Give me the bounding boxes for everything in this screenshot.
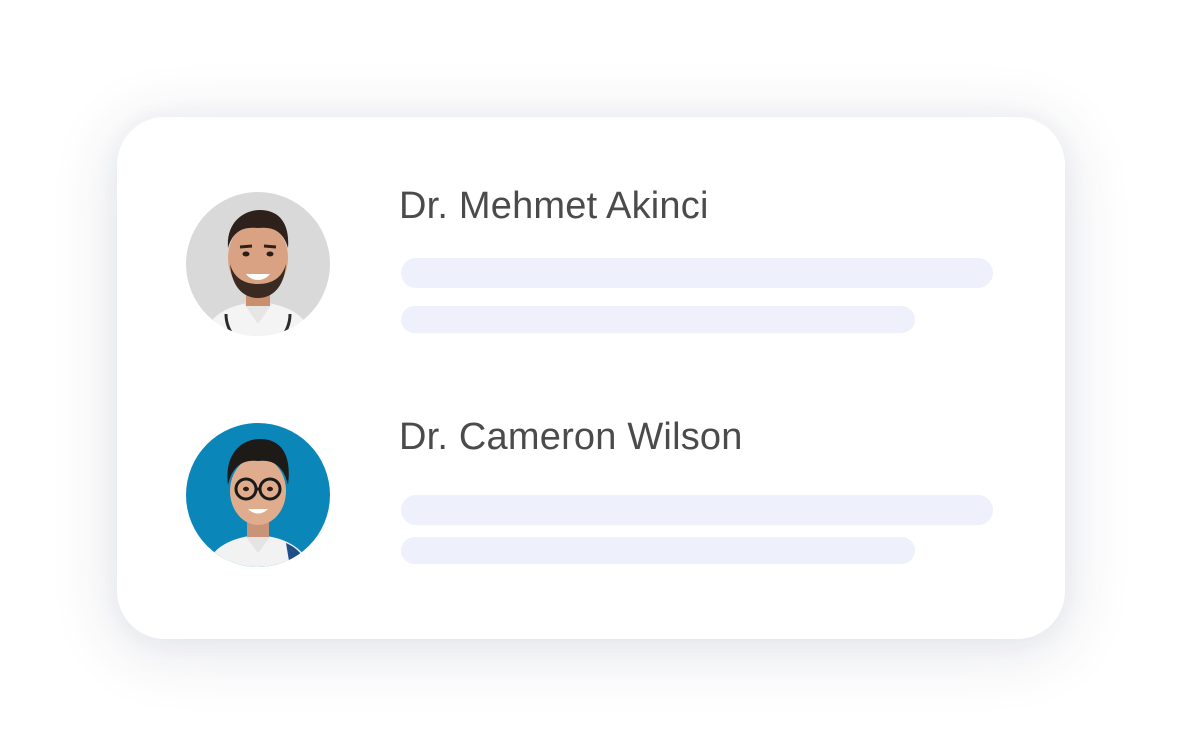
page-background: Dr. Mehmet Akinci Dr. Cameron Wilson <box>0 0 1179 753</box>
doctor-name: Dr. Cameron Wilson <box>399 416 743 458</box>
placeholder-line <box>401 495 993 525</box>
doctor-list-card: Dr. Mehmet Akinci Dr. Cameron Wilson <box>117 117 1065 639</box>
avatar <box>186 192 330 336</box>
avatar <box>186 423 330 567</box>
placeholder-line <box>401 258 993 288</box>
placeholder-line <box>401 537 915 564</box>
doctor-portrait-icon <box>186 192 330 336</box>
placeholder-line <box>401 306 915 333</box>
doctor-portrait-glasses-icon <box>186 423 330 567</box>
doctor-name: Dr. Mehmet Akinci <box>399 185 709 227</box>
